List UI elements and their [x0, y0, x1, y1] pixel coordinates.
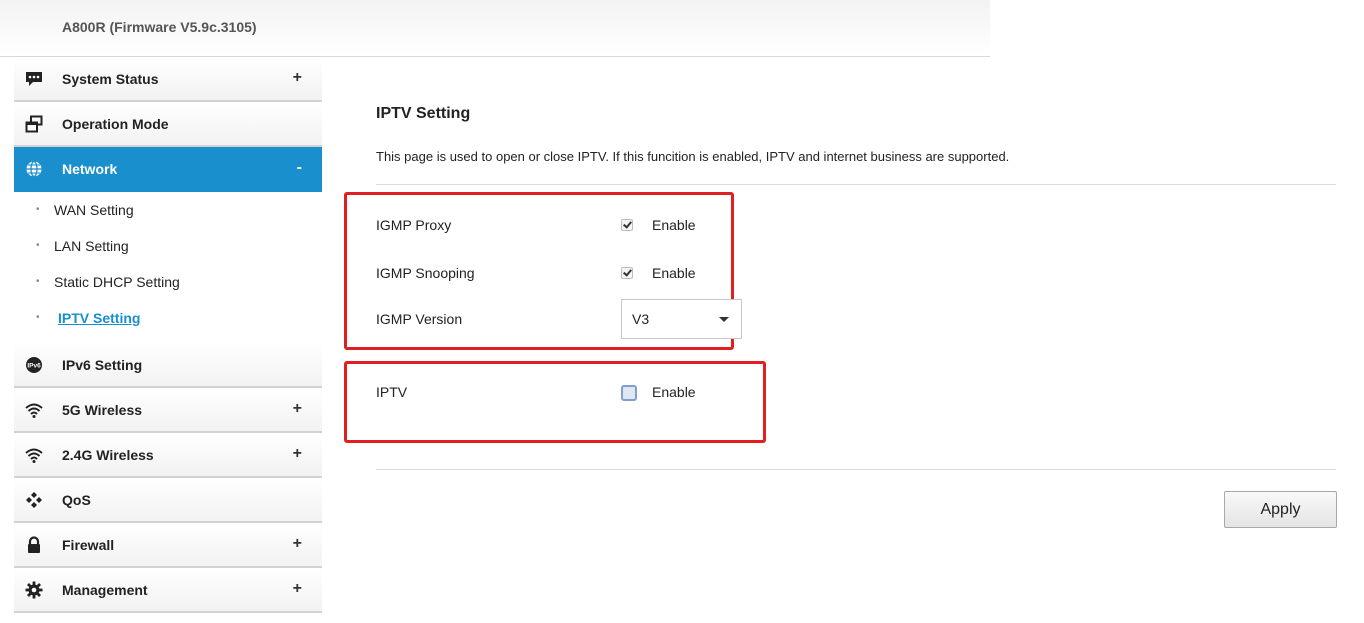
sidebar-item-label: 2.4G Wireless	[62, 447, 154, 463]
highlight-box-iptv	[344, 361, 766, 443]
windows-icon	[25, 115, 43, 133]
submenu-item-label: LAN Setting	[54, 238, 129, 254]
igmp-version-label: IGMP Version	[376, 311, 463, 327]
qos-icon	[26, 492, 42, 508]
iptv-label: IPTV	[376, 384, 408, 400]
submenu-item-wan-setting[interactable]: • WAN Setting	[14, 195, 322, 231]
submenu-item-static-dhcp-setting[interactable]: • Static DHCP Setting	[14, 267, 322, 303]
apply-button[interactable]: Apply	[1224, 491, 1337, 528]
lock-icon	[28, 536, 40, 553]
bullet-icon: •	[36, 240, 40, 251]
sidebar-item-system-status[interactable]: System Status +	[14, 57, 322, 102]
sidebar-item-label: 5G Wireless	[62, 402, 143, 418]
header-bar: A800R (Firmware V5.9c.3105)	[0, 0, 990, 57]
igmp-proxy-enable-label: Enable	[652, 217, 696, 233]
chevron-down-icon	[719, 317, 729, 322]
sidebar-item-qos[interactable]: QoS	[14, 478, 322, 523]
sidebar-item-operation-mode[interactable]: Operation Mode	[14, 102, 322, 147]
ipv6-icon: IPv6	[26, 357, 42, 373]
network-submenu: • WAN Setting • LAN Setting • Static DHC…	[14, 192, 322, 343]
igmp-snooping-enable-label: Enable	[652, 265, 696, 281]
wifi-icon	[25, 403, 43, 418]
divider	[376, 469, 1336, 470]
expand-icon: +	[292, 535, 302, 552]
sidebar-item-5g-wireless[interactable]: 5G Wireless +	[14, 388, 322, 433]
igmp-proxy-label: IGMP Proxy	[376, 217, 452, 233]
page-title: IPTV Setting	[376, 105, 471, 122]
page-description: This page is used to open or close IPTV.…	[376, 149, 1010, 164]
sidebar-item-network[interactable]: Network -	[14, 147, 322, 192]
submenu-item-label: IPTV Setting	[58, 310, 141, 326]
sidebar-item-label: Operation Mode	[62, 116, 169, 132]
sidebar-item-management[interactable]: Management +	[14, 568, 322, 613]
igmp-snooping-label: IGMP Snooping	[376, 265, 475, 281]
expand-icon: +	[292, 400, 302, 417]
expand-icon: +	[292, 580, 302, 597]
sidebar-item-label: Management	[62, 582, 148, 598]
collapse-icon: -	[296, 159, 302, 176]
submenu-item-iptv-setting[interactable]: • IPTV Setting	[14, 303, 322, 339]
wifi-icon	[25, 448, 43, 463]
sidebar: System Status + Operation Mode Network -…	[14, 57, 322, 613]
submenu-item-lan-setting[interactable]: • LAN Setting	[14, 231, 322, 267]
bullet-icon: •	[36, 276, 40, 287]
igmp-version-value: V3	[632, 311, 650, 327]
chat-icon	[26, 72, 42, 86]
bullet-icon: •	[36, 204, 40, 215]
sidebar-item-label: QoS	[62, 492, 91, 508]
gear-icon	[25, 581, 43, 599]
submenu-item-label: WAN Setting	[54, 202, 134, 218]
igmp-proxy-checkbox[interactable]	[621, 219, 633, 231]
firmware-title: A800R (Firmware V5.9c.3105)	[62, 19, 257, 35]
sidebar-item-label: Firewall	[62, 537, 115, 553]
iptv-checkbox[interactable]	[621, 385, 637, 401]
expand-icon: +	[292, 445, 302, 462]
bullet-icon: •	[36, 312, 40, 323]
sidebar-item-firewall[interactable]: Firewall +	[14, 523, 322, 568]
sidebar-item-label: System Status	[62, 71, 159, 87]
divider	[376, 184, 1336, 185]
igmp-snooping-checkbox[interactable]	[621, 267, 633, 279]
submenu-item-label: Static DHCP Setting	[54, 274, 180, 290]
expand-icon: +	[292, 69, 302, 86]
iptv-enable-label: Enable	[652, 384, 696, 400]
sidebar-item-label: IPv6 Setting	[62, 357, 143, 373]
igmp-version-select[interactable]: V3	[621, 299, 742, 339]
svg-text:IPv6: IPv6	[27, 363, 41, 370]
sidebar-item-2-4g-wireless[interactable]: 2.4G Wireless +	[14, 433, 322, 478]
globe-icon	[26, 160, 42, 178]
sidebar-item-label: Network	[62, 161, 118, 177]
sidebar-item-ipv6-setting[interactable]: IPv6 IPv6 Setting	[14, 343, 322, 388]
